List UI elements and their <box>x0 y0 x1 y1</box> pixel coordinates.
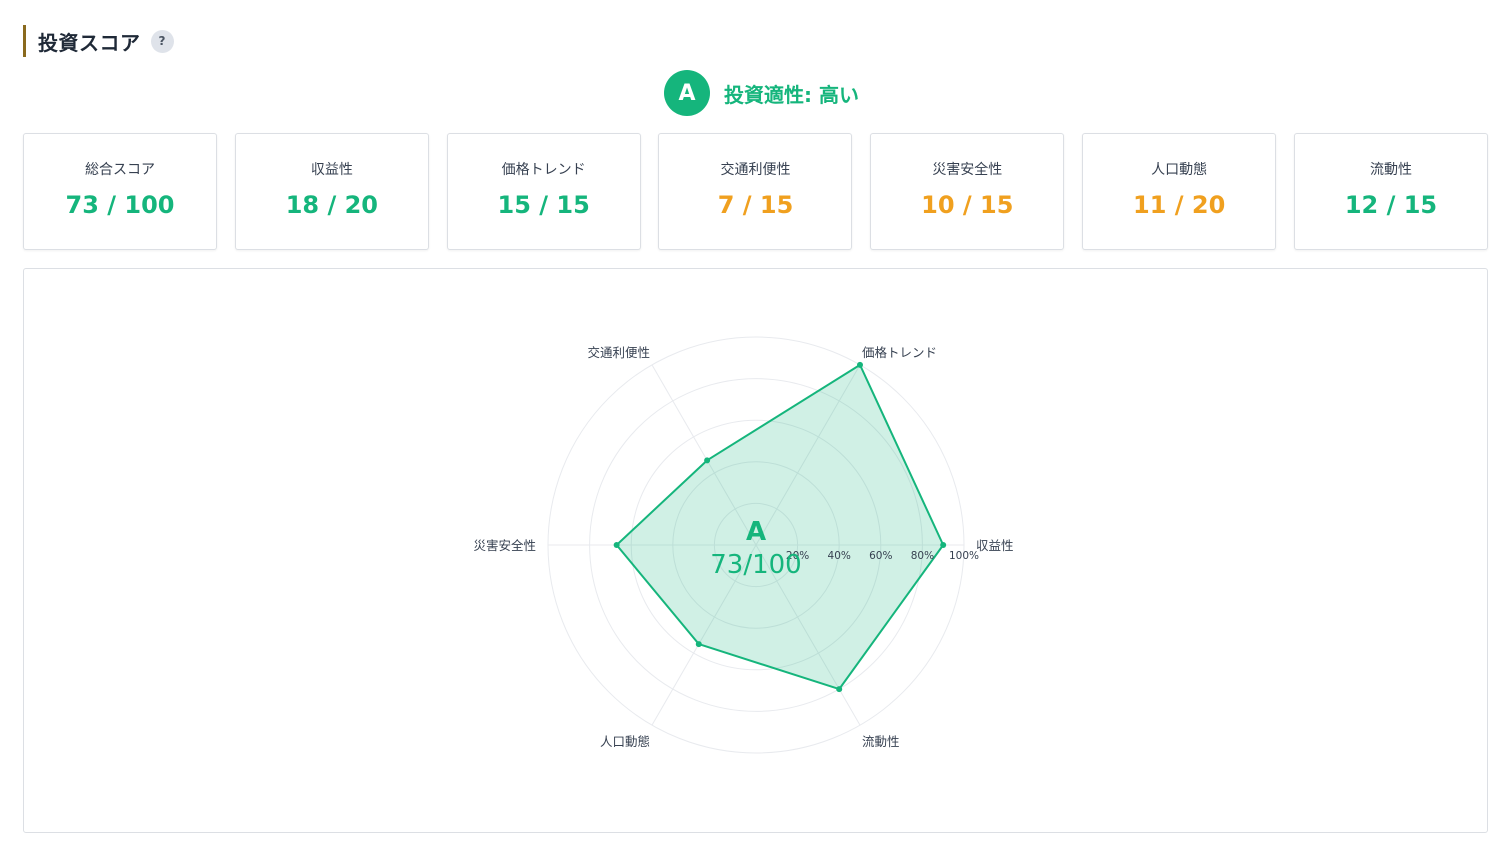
card-value: 73 / 100 <box>65 191 175 219</box>
center-score: 73/100 <box>710 550 801 580</box>
card-label: 価格トレンド <box>501 162 586 178</box>
radar-chart: 20% 40% 60% 80% 100%収益性価格トレンド交通利便性災害安全性人口動態流… <box>473 336 1014 754</box>
section-header: 投資スコア ? <box>23 25 174 57</box>
grade-text: 投資適性: 高い <box>724 82 859 107</box>
score-card-price-trend: 価格トレンド 15 / 15 <box>446 133 641 250</box>
help-icon[interactable]: ? <box>150 29 174 53</box>
score-card-liquidity: 流動性 12 / 15 <box>1293 133 1488 250</box>
tick-label: 80% <box>911 550 934 562</box>
card-value: 7 / 15 <box>717 191 794 219</box>
data-point <box>940 542 947 548</box>
card-value: 11 / 20 <box>1133 191 1226 219</box>
axis-label: 流動性 <box>862 734 900 749</box>
investment-score-page: 投資スコア ? A 投資適性: 高い 総合スコア 73 / 100 収益性 18… <box>0 0 1507 853</box>
radar-chart-panel: 20% 40% 60% 80% 100% 収益性 価格トレンド 交通利便性 災害安全性 人口動態流… <box>23 268 1488 833</box>
data-point <box>857 361 863 368</box>
card-label: 交通利便性 <box>720 162 791 178</box>
axis-label: 災害安全性 <box>473 538 536 553</box>
section-title: 投資スコア <box>38 30 141 55</box>
axis-label: 交通利便性 <box>587 345 650 360</box>
data-point <box>613 542 620 548</box>
card-value: 10 / 15 <box>921 191 1014 219</box>
axis-label: 収益性 <box>976 538 1014 553</box>
score-card-total: 総合スコア 73 / 100 <box>23 133 217 250</box>
card-value: 12 / 15 <box>1344 191 1438 219</box>
grade-summary: A 投資適性: 高い <box>0 70 1507 116</box>
tick-label: 60% <box>869 550 892 562</box>
data-point <box>704 457 711 464</box>
tick-label: 40% <box>828 550 851 562</box>
data-point <box>836 686 843 693</box>
axis-label: 価格トレンド <box>862 345 937 360</box>
score-cards: 総合スコア 73 / 100 収益性 18 / 20 価格トレンド 15 / 1… <box>23 133 1488 250</box>
card-label: 収益性 <box>310 162 353 178</box>
axis-label: 人口動態 <box>600 734 650 749</box>
tick-label: 100% <box>949 550 979 562</box>
card-label: 総合スコア <box>85 162 155 178</box>
card-label: 災害安全性 <box>932 162 1003 178</box>
data-area <box>615 363 945 691</box>
score-card-transport: 交通利便性 7 / 15 <box>658 133 853 250</box>
card-value: 18 / 20 <box>285 191 378 219</box>
data-point <box>695 641 702 648</box>
score-card-population: 人口動態 11 / 20 <box>1082 133 1277 250</box>
card-label: 人口動態 <box>1151 162 1208 178</box>
score-card-profitability: 収益性 18 / 20 <box>234 133 429 250</box>
center-grade: A <box>746 517 766 547</box>
grade-badge: A <box>664 70 711 116</box>
score-card-disaster-safety: 災害安全性 10 / 15 <box>870 133 1065 250</box>
card-label: 流動性 <box>1369 162 1412 178</box>
card-value: 15 / 15 <box>497 191 590 219</box>
